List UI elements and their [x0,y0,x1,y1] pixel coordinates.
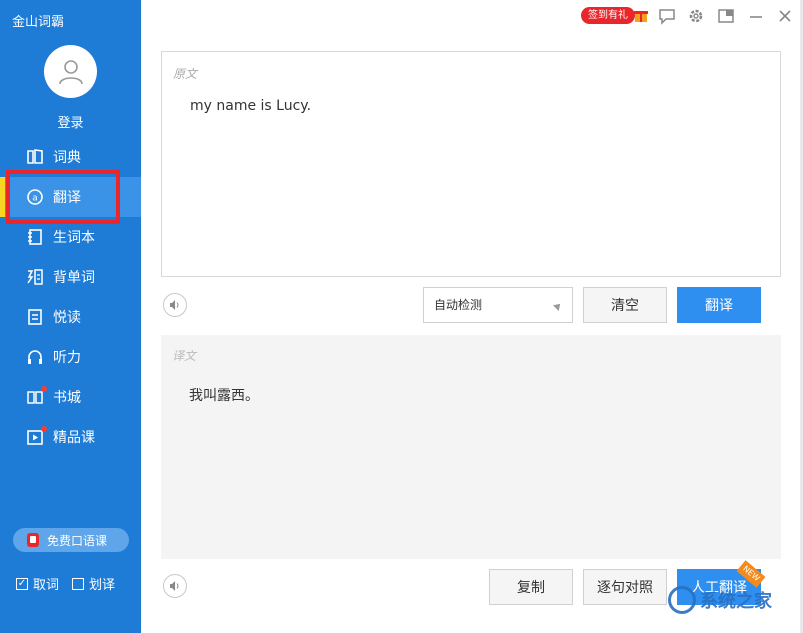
app-title: 金山词霸 [12,15,65,30]
quick-lookup-checkbox[interactable]: ✓ [16,577,28,590]
svg-text:a: a [32,194,38,204]
copy-button[interactable]: 复制 [489,569,573,605]
gift-icon[interactable] [633,7,649,23]
sidebar-item-label: 生词本 [53,230,95,246]
sidebar-item-recite[interactable]: 背单词 [0,257,141,297]
watermark: 系统之家 [668,586,772,614]
notification-dot [41,426,47,432]
free-course-label: 免费口语课 [47,533,108,548]
dropdown-arrow-icon [553,301,563,311]
watermark-text: 系统之家 [700,591,772,612]
sidebar-item-read[interactable]: 悦读 [0,297,141,337]
sentence-compare-button[interactable]: 逐句对照 [583,569,667,605]
sidebar-item-label: 背单词 [53,270,95,286]
article-icon [26,308,44,326]
quick-lookup-label: 取词 [33,578,60,593]
feedback-icon[interactable] [658,7,676,25]
translate-icon: a [26,188,44,206]
result-text-area: 译文 我叫露西。 [161,335,781,559]
mini-mode-icon[interactable] [717,7,735,25]
result-label: 译文 [172,349,197,363]
language-select-value: 自动检测 [434,298,483,312]
login-link[interactable]: 登录 [0,112,141,131]
language-select[interactable]: 自动检测 [423,287,573,323]
sidebar-item-translate[interactable]: a 翻译 [0,177,141,217]
sidebar-item-label: 翻译 [53,190,81,206]
speaker-icon [170,581,179,591]
free-course-button[interactable]: 免费口语课 [13,528,129,552]
translate-button[interactable]: 翻译 [677,287,761,323]
source-label: 原文 [173,67,198,81]
result-speaker-button[interactable] [163,574,187,598]
word-card-icon [26,268,44,286]
source-speaker-button[interactable] [163,293,187,317]
sidebar-item-label: 精品课 [53,430,95,446]
sidebar-item-bookstore[interactable]: 书城 [0,377,141,417]
select-translate-label: 划译 [89,578,116,593]
user-icon [58,59,83,84]
sidebar-item-dict[interactable]: 词典 [0,137,141,177]
book-icon [26,148,44,166]
speaker-icon [170,300,179,310]
source-text[interactable]: my name is Lucy. [190,98,311,114]
sidebar-item-listen[interactable]: 听力 [0,337,141,377]
course-badge-icon [27,533,39,547]
sidebar-item-course[interactable]: 精品课 [0,417,141,457]
sidebar-item-label: 悦读 [53,310,81,326]
sidebar-nav: 词典 a 翻译 生词本 背单词 悦读 听力 书城 精品课 [0,137,141,457]
sidebar-item-label: 书城 [53,390,81,406]
clear-button[interactable]: 清空 [583,287,667,323]
lookup-options: ✓ 取词 划译 [16,574,128,593]
avatar[interactable] [44,45,97,98]
sidebar-item-label: 听力 [53,350,81,366]
watermark-logo-icon [668,586,696,614]
gear-icon[interactable] [687,7,705,25]
title-bar: 签到有礼 [141,0,803,32]
source-text-area[interactable]: 原文 my name is Lucy. [161,51,781,277]
close-icon[interactable] [776,7,794,25]
sidebar: 金山词霸 登录 词典 a 翻译 生词本 背单词 悦读 听力 书城 精品课 免费口… [0,0,141,633]
sign-in-badge[interactable]: 签到有礼 [581,7,635,24]
result-text: 我叫露西。 [189,388,259,404]
notebook-icon [26,228,44,246]
headphones-icon [26,348,44,366]
select-translate-checkbox[interactable] [72,577,85,590]
sidebar-item-vocab[interactable]: 生词本 [0,217,141,257]
sidebar-item-label: 词典 [53,150,81,166]
minimize-icon[interactable] [747,7,765,25]
notification-dot [41,386,47,392]
